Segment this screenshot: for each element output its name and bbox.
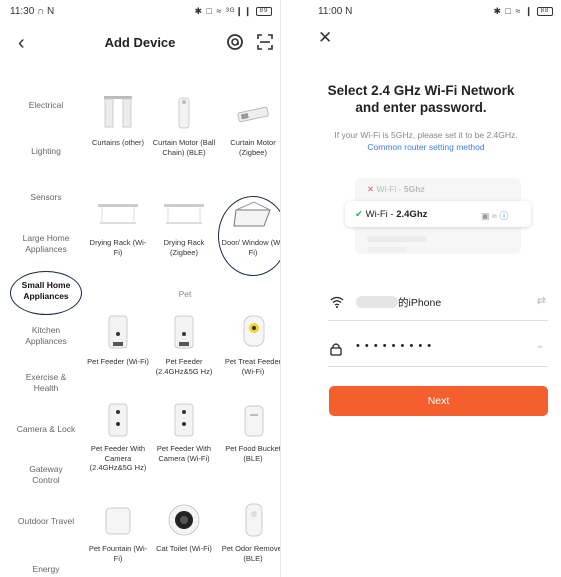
info-icon: ⓘ	[499, 211, 509, 221]
category-outdoor-travel[interactable]: Outdoor Travel	[0, 516, 92, 527]
device-pet-treat-feeder[interactable]: Pet Treat Feeder (Wi-Fi)	[221, 357, 280, 376]
device-pet-feeder-camera-dual-band[interactable]: Pet Feeder With Camera (2.4GHz&5G Hz)	[86, 444, 150, 473]
device-pet-odor-remover[interactable]: Pet Odor Remover (BLE)	[221, 544, 280, 563]
close-button[interactable]: ✕	[318, 28, 332, 48]
device-cat-toilet[interactable]: Cat Toilet (Wi-Fi)	[152, 544, 216, 554]
qr-scan-icon[interactable]	[256, 33, 274, 51]
add-device-screen: 11:30 ∩ N ✱ □ ≈ ³ᴳ❙❙ 89 ‹ Add Device Ele…	[0, 0, 280, 577]
pet-odor-remover-icon	[245, 503, 263, 537]
status-icons: ✱ □ ≈ ³ᴳ❙❙ 89	[195, 6, 272, 17]
pet-feeder-camera-icon	[108, 403, 128, 437]
swap-icon[interactable]: ⇄	[537, 294, 546, 307]
device-pet-fountain[interactable]: Pet Fountain (Wi-Fi)	[86, 544, 150, 563]
wifi-setup-screen: 11:00 N ✱ □ ≈ ❙ 88 ✕ Select 2.4 GHz Wi-F…	[281, 0, 561, 577]
router-setting-link[interactable]: Common router setting method	[367, 142, 484, 152]
category-gateway-control[interactable]: Gateway Control	[20, 464, 72, 486]
password-field[interactable]: • • • • • • • • • ⌄	[328, 336, 548, 367]
category-exercise-health[interactable]: Exercise & Health	[16, 372, 76, 394]
category-camera-lock[interactable]: Camera & Lock	[0, 424, 92, 435]
check-icon: ✔	[355, 209, 363, 220]
wifi-icon: ≈	[492, 211, 497, 221]
battery-icon: 88	[537, 7, 553, 17]
curtain-motor-icon	[178, 97, 190, 129]
wifi-5ghz-row: ✕ Wi-Fi - 5Ghz	[367, 184, 425, 194]
device-pet-feeder-wifi[interactable]: Pet Feeder (Wi-Fi)	[86, 357, 150, 367]
device-drying-rack-zigbee[interactable]: Drying Rack (Zigbee)	[152, 238, 216, 257]
wifi-ssid-field[interactable]: 的iPhone ⇄	[328, 290, 548, 321]
placeholder-bar	[367, 247, 407, 252]
category-large-home-appliances[interactable]: Large Home Appliances	[12, 233, 80, 255]
category-lighting[interactable]: Lighting	[0, 146, 92, 157]
drying-rack-icon	[98, 204, 138, 224]
pet-food-bucket-icon	[244, 405, 264, 437]
drying-rack-icon	[164, 204, 204, 224]
category-energy[interactable]: Energy	[0, 564, 92, 575]
device-pet-feeder-camera-wifi[interactable]: Pet Feeder With Camera (Wi-Fi)	[152, 444, 216, 463]
pet-treat-feeder-icon	[243, 315, 265, 347]
highlight-circle-door-window	[218, 196, 280, 276]
highlight-circle	[10, 271, 82, 315]
cat-toilet-icon	[168, 504, 200, 536]
status-bar: 11:30 ∩ N ✱ □ ≈ ³ᴳ❙❙ 89	[10, 6, 272, 20]
status-time: 11:00 N	[318, 6, 353, 17]
category-kitchen-appliances[interactable]: Kitchen Appliances	[16, 325, 76, 347]
next-button[interactable]: Next	[329, 386, 548, 416]
curtain-motor-zigbee-icon	[237, 106, 269, 123]
device-curtains-other[interactable]: Curtains (other)	[86, 138, 150, 148]
status-time: 11:30 ∩ N	[10, 6, 55, 17]
curtain-icon	[104, 96, 132, 128]
lock-icon	[330, 343, 342, 356]
pet-feeder-icon	[174, 315, 194, 349]
wifi-hint: If your Wi-Fi is 5GHz, please set it to …	[334, 130, 518, 152]
wifi-icon	[330, 296, 344, 308]
pet-feeder-camera-icon	[174, 403, 194, 437]
page-title: Select 2.4 GHz Wi-Fi Network and enter p…	[327, 83, 515, 115]
lock-icon: ▣	[481, 211, 490, 221]
pet-fountain-icon	[105, 507, 131, 535]
device-drying-rack-wifi[interactable]: Drying Rack (Wi-Fi)	[86, 238, 150, 257]
ssid-text: 的iPhone	[398, 297, 442, 309]
wifi-status-icons: ▣ ≈ ⓘ	[481, 209, 509, 222]
device-curtain-motor-zigbee[interactable]: Curtain Motor (Zigbee)	[221, 138, 280, 157]
pet-feeder-icon	[108, 315, 128, 349]
chevron-down-icon[interactable]: ⌄	[536, 340, 544, 351]
x-icon: ✕	[367, 184, 375, 194]
password-mask: • • • • • • • • •	[356, 340, 433, 352]
status-bar: 11:00 N ✱ □ ≈ ❙ 88	[318, 6, 553, 20]
device-pet-food-bucket[interactable]: Pet Food Bucket (BLE)	[221, 444, 280, 463]
ssid-blurred	[356, 296, 398, 308]
battery-icon: 89	[256, 7, 272, 17]
section-pet-title: Pet	[178, 289, 192, 299]
device-curtain-motor-ball-chain[interactable]: Curtain Motor (Ball Chain) (BLE)	[152, 138, 216, 157]
placeholder-bar	[367, 236, 427, 242]
status-icons: ✱ □ ≈ ❙ 88	[494, 6, 553, 17]
category-sensors[interactable]: Sensors	[0, 192, 92, 203]
wifi-24ghz-row: ✔ Wi-Fi - 2.4Ghz	[355, 209, 428, 220]
category-electrical[interactable]: Electrical	[0, 100, 92, 111]
scan-device-icon[interactable]	[226, 33, 244, 51]
device-pet-feeder-dual-band[interactable]: Pet Feeder (2.4GHz&5G Hz)	[152, 357, 216, 376]
